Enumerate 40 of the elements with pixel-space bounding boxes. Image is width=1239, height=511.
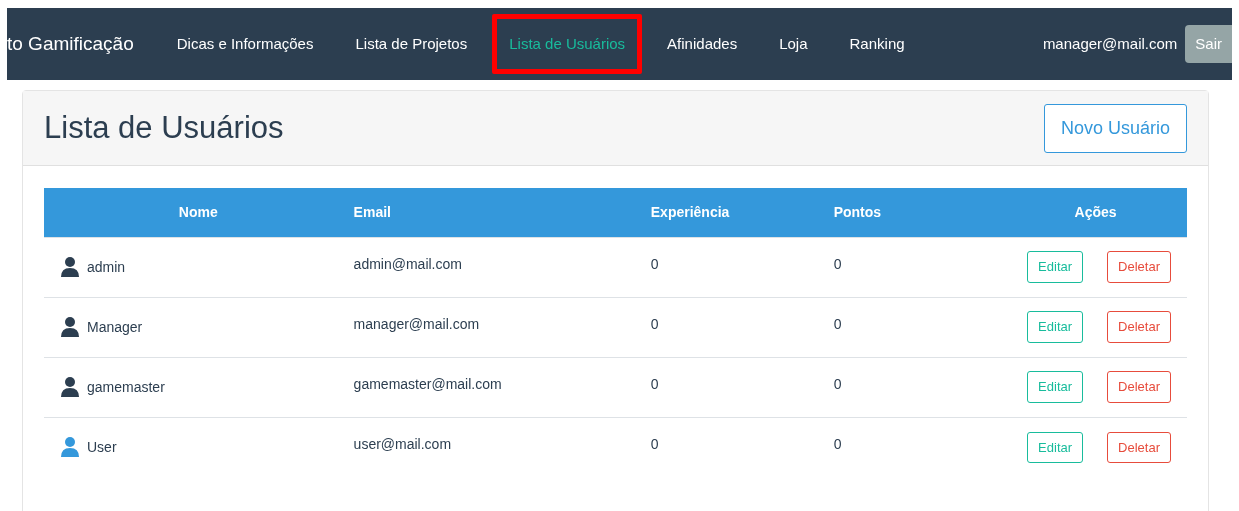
user-name: Manager	[87, 317, 143, 337]
column-header: Pontos	[832, 188, 1005, 237]
nav-link[interactable]: Dicas e Informações	[155, 32, 335, 56]
edit-button[interactable]: Editar	[1027, 311, 1084, 343]
delete-button[interactable]: Deletar	[1107, 431, 1171, 463]
nav-link[interactable]: Loja	[758, 32, 829, 56]
edit-button[interactable]: Editar	[1027, 371, 1084, 403]
nav-link[interactable]: Afinidades	[646, 32, 759, 56]
table-cell: manager@mail.com	[353, 315, 480, 332]
edit-button[interactable]: Editar	[1027, 251, 1084, 283]
page-title: Lista de Usuários	[44, 109, 284, 147]
table-cell: 0	[650, 375, 659, 392]
table-cell: gamemaster@mail.com	[353, 375, 502, 392]
column-header: Nome	[44, 188, 353, 237]
brand-title[interactable]: to Gamificação	[7, 29, 134, 59]
table-cell: 0	[833, 315, 842, 332]
table-cell: 0	[650, 435, 659, 452]
column-header: Experiência	[649, 188, 833, 237]
column-header: Ações	[1004, 188, 1187, 237]
edit-button[interactable]: Editar	[1027, 431, 1084, 463]
delete-button[interactable]: Deletar	[1107, 251, 1171, 283]
table-cell: 0	[650, 315, 659, 332]
user-email: manager@mail.com	[1042, 33, 1178, 54]
table-cell: 0	[833, 255, 842, 272]
nav-link[interactable]: Ranking	[828, 32, 926, 56]
table-cell: user@mail.com	[353, 435, 452, 452]
delete-button[interactable]: Deletar	[1107, 371, 1171, 403]
table-cell: 0	[650, 255, 659, 272]
new-user-button[interactable]: Novo Usuário	[1043, 103, 1187, 153]
logout-button[interactable]: Sair	[1185, 25, 1232, 63]
user-name: admin	[87, 257, 126, 277]
user-name: User	[87, 437, 117, 457]
nav-link[interactable]: Lista de Usuários	[492, 13, 643, 75]
column-header: Email	[352, 188, 650, 237]
table-cell: 0	[833, 435, 842, 452]
delete-button[interactable]: Deletar	[1107, 311, 1171, 343]
user-name: gamemaster	[87, 377, 165, 397]
nav-link[interactable]: Lista de Projetos	[334, 32, 489, 56]
table-cell: admin@mail.com	[353, 255, 462, 272]
table-cell: 0	[833, 375, 842, 392]
